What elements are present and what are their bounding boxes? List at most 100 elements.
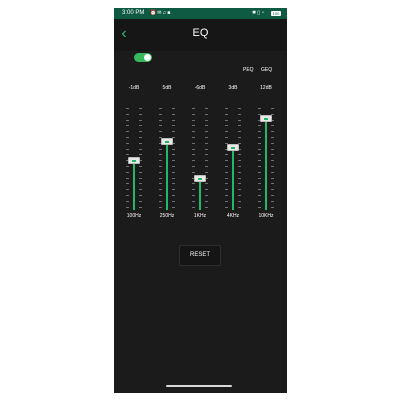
slider-tick [172,207,175,208]
slider-tick [172,201,175,202]
slider-tick [172,125,175,126]
slider-tick [139,172,142,173]
slider-tick [139,178,142,179]
slider-tick [205,143,208,144]
reset-button[interactable]: RESET [179,245,221,266]
band-frequency-label: 10KHz [258,213,274,219]
slider-tick [271,189,274,190]
slider-tick [192,207,195,208]
slider-tick [258,207,261,208]
slider-tick [172,189,175,190]
slider-tick [271,137,274,138]
band-slider[interactable] [122,108,146,210]
slider-tick [205,201,208,202]
slider-tick [225,195,228,196]
slider-tick [159,131,162,132]
slider-tick [205,160,208,161]
slider-tick [238,189,241,190]
slider-tick [126,131,129,132]
slider-tick [159,189,162,190]
slider-tick [258,195,261,196]
slider-tick [126,166,129,167]
slider-tick [258,160,261,161]
slider-tick [126,207,129,208]
slider-tick [172,166,175,167]
thumb-grip [165,141,169,143]
slider-tick [172,131,175,132]
slider-tick [139,189,142,190]
slider-tick [225,172,228,173]
slider-tick [205,125,208,126]
slider-thumb[interactable] [260,115,272,122]
slider-tick [159,114,162,115]
slider-thumb[interactable] [194,175,206,182]
slider-tick [205,108,208,109]
slider-tick [205,207,208,208]
slider-tick [192,114,195,115]
slider-tick [205,183,208,184]
slider-tick [139,154,142,155]
slider-tick [126,201,129,202]
slider-tick [238,178,241,179]
slider-tick [238,108,241,109]
slider-tick [159,207,162,208]
slider-thumb[interactable] [128,157,140,164]
slider-tick [139,207,142,208]
slider-tick [139,166,142,167]
slider-tick [258,149,261,150]
slider-tick [192,172,195,173]
band-slider[interactable] [221,108,245,210]
slider-tick [159,166,162,167]
slider-thumb[interactable] [161,138,173,145]
slider-thumb[interactable] [227,144,239,151]
peq-label: PEQ [243,67,254,73]
band-slider[interactable] [254,108,278,210]
slider-tick [271,149,274,150]
slider-tick [139,137,142,138]
slider-tick [139,183,142,184]
thumb-grip [198,178,202,180]
slider-tick [172,172,175,173]
slider-tick [126,178,129,179]
slider-tick [258,178,261,179]
slider-tick [225,108,228,109]
home-indicator[interactable] [166,385,232,387]
slider-tick [126,114,129,115]
slider-tick [205,166,208,167]
peq-geq-toggle[interactable] [134,53,152,62]
slider-tick [225,201,228,202]
slider-tick [258,183,261,184]
slider-tick [192,137,195,138]
slider-tick [238,120,241,121]
band-slider[interactable] [188,108,212,210]
slider-tick [238,154,241,155]
slider-tick [192,154,195,155]
slider-tick [225,154,228,155]
slider-tick [238,131,241,132]
slider-tick [225,160,228,161]
slider-tick [225,207,228,208]
slider-tick [126,108,129,109]
slider-tick [139,195,142,196]
slider-tick [172,195,175,196]
band-slider[interactable] [155,108,179,210]
toggle-knob [144,54,151,61]
status-time: 3:00 PM [122,10,145,16]
slider-tick [225,137,228,138]
slider-tick [271,166,274,167]
slider-tick [159,195,162,196]
status-right-icons: ✱▯◔ [252,8,265,19]
slider-tick [172,178,175,179]
slider-tick [192,160,195,161]
slider-tick [271,154,274,155]
slider-tick [139,108,142,109]
slider-tick [238,207,241,208]
slider-tick [192,149,195,150]
slider-tick [258,137,261,138]
slider-tick [126,137,129,138]
slider-tick [238,183,241,184]
slider-tick [159,183,162,184]
slider-tick [225,166,228,167]
slider-tick [172,154,175,155]
slider-tick [172,160,175,161]
